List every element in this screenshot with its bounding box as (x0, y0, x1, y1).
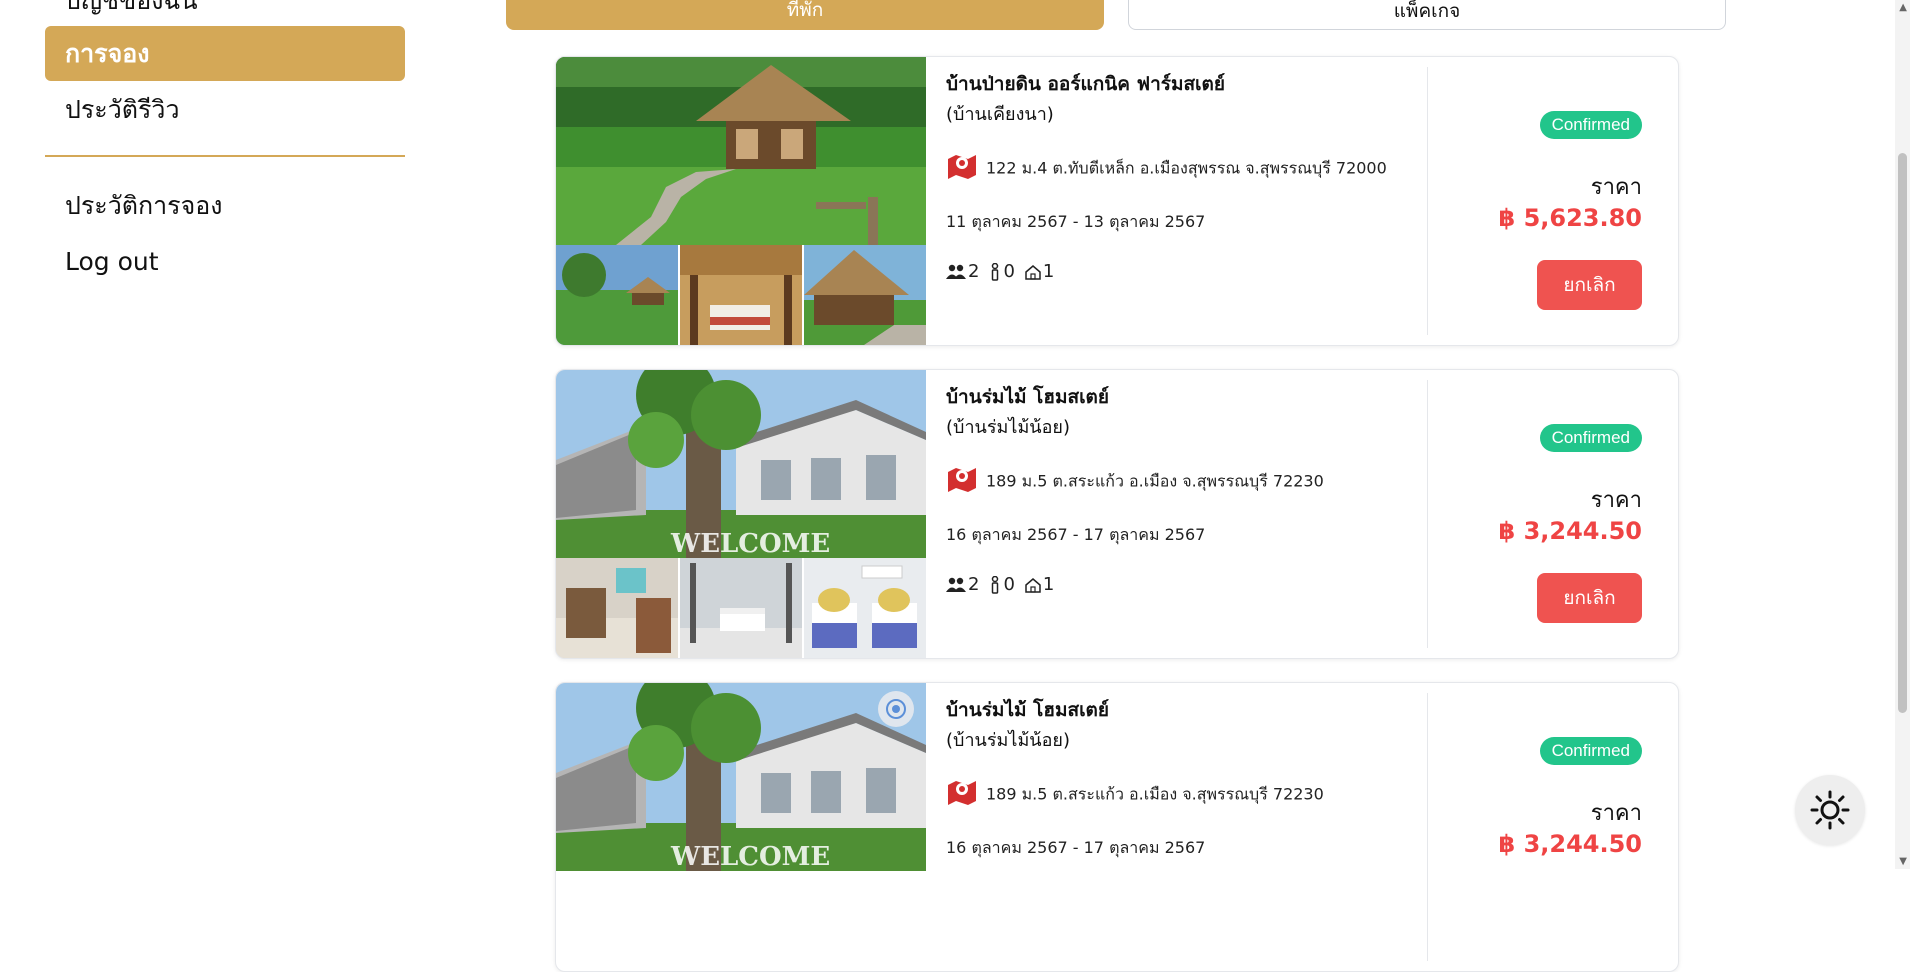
sidebar-item-booking-history[interactable]: ประวัติการจอง (45, 181, 405, 231)
sidebar-item-my-account[interactable]: บัญชีของฉัน (45, 0, 405, 16)
status-badge: Confirmed (1539, 737, 1642, 765)
children-count: 0 (989, 261, 1015, 282)
property-subname: (บ้านร่มไม้น้อย) (946, 417, 1070, 438)
map-pin-icon (946, 153, 978, 185)
property-address: 189 ม.5 ต.สระแก้ว อ.เมือง จ.สุพรรณบุรี 7… (946, 466, 1324, 498)
property-subname: (บ้านร่มไม้น้อย) (946, 730, 1070, 751)
address-text: 189 ม.5 ต.สระแก้ว อ.เมือง จ.สุพรรณบุรี 7… (986, 784, 1324, 804)
scroll-down-arrow-icon[interactable]: ▼ (1899, 856, 1907, 867)
sidebar-item-review-history[interactable]: ประวัติรีวิว (45, 85, 405, 135)
rooms-count: 1 (1025, 261, 1054, 282)
people-icon (946, 577, 966, 592)
price-label: ราคา (1590, 801, 1642, 826)
rooms-count: 1 (1025, 574, 1054, 595)
property-thumb-photo[interactable] (680, 245, 802, 345)
property-thumb-photo[interactable] (804, 245, 926, 345)
property-gallery[interactable]: WELCOME (556, 370, 926, 658)
booking-info: บ้านร่มไม้ โฮมสเตย์ (บ้านร่มไม้น้อย) 189… (946, 683, 1416, 971)
welcome-sign-text: WELCOME (670, 529, 830, 558)
booking-side: Confirmed ราคา ฿ 5,623.80 ยกเลิก (1422, 57, 1642, 345)
property-main-photo[interactable]: WELCOME (556, 683, 926, 871)
map-pin-icon (946, 466, 978, 498)
booking-info: บ้านป่ายดิน ออร์แกนิค ฟาร์มสเตย์ (บ้านเค… (946, 57, 1416, 345)
children-value: 0 (1003, 261, 1015, 282)
page-scrollbar[interactable]: ▲ ▼ (1895, 0, 1910, 869)
stay-dates: 16 ตุลาคม 2567 - 17 ตุลาคม 2567 (946, 525, 1206, 544)
tab-package[interactable]: แพ็คเกจ (1128, 0, 1726, 30)
children-count: 0 (989, 574, 1015, 595)
property-name[interactable]: บ้านร่มไม้ โฮมสเตย์ (946, 382, 1109, 412)
property-main-photo[interactable]: WELCOME (556, 370, 926, 558)
property-address: 189 ม.5 ต.สระแก้ว อ.เมือง จ.สุพรรณบุรี 7… (946, 779, 1324, 811)
property-thumb-photo[interactable] (680, 558, 802, 658)
property-gallery[interactable]: WELCOME (556, 683, 926, 971)
scroll-up-arrow-icon[interactable]: ▲ (1899, 2, 1907, 13)
child-icon (992, 262, 999, 281)
property-thumb-photo[interactable] (556, 558, 678, 658)
price-value: ฿ 3,244.50 (1498, 830, 1642, 858)
price-value: ฿ 5,623.80 (1498, 204, 1642, 232)
property-name[interactable]: บ้านร่มไม้ โฮมสเตย์ (946, 695, 1109, 725)
sidebar-item-logout[interactable]: Log out (45, 237, 405, 287)
property-thumb-photo[interactable] (804, 558, 926, 658)
adults-count: 2 (946, 261, 979, 282)
status-badge: Confirmed (1539, 424, 1642, 452)
property-subname: (บ้านเคียงนา) (946, 104, 1054, 125)
property-main-photo[interactable] (556, 57, 926, 245)
property-address: 122 ม.4 ต.ทับตีเหล็ก อ.เมืองสุพรรณ จ.สุพ… (946, 153, 1387, 185)
cancel-button[interactable]: ยกเลิก (1537, 260, 1642, 310)
price-value: ฿ 3,244.50 (1498, 517, 1642, 545)
sun-icon (1810, 790, 1850, 830)
booking-card: WELCOME บ้านร่มไม้ โฮมสเตย์ (บ้านร่มไม้น… (555, 369, 1679, 659)
address-text: 122 ม.4 ต.ทับตีเหล็ก อ.เมืองสุพรรณ จ.สุพ… (986, 158, 1387, 178)
map-pin-icon (946, 779, 978, 811)
sidebar-divider (45, 155, 405, 157)
booking-side: Confirmed ราคา ฿ 3,244.50 (1422, 683, 1642, 971)
welcome-sign-text: WELCOME (670, 842, 830, 871)
price-label: ราคา (1590, 488, 1642, 513)
children-value: 0 (1003, 574, 1015, 595)
room-icon (1025, 264, 1041, 280)
property-gallery[interactable] (556, 57, 926, 345)
tab-accommodation[interactable]: ที่พัก (506, 0, 1104, 30)
property-thumb-photo[interactable] (556, 245, 678, 345)
rooms-value: 1 (1042, 261, 1055, 282)
booking-card: บ้านป่ายดิน ออร์แกนิค ฟาร์มสเตย์ (บ้านเค… (555, 56, 1679, 346)
theme-toggle-button[interactable] (1795, 775, 1865, 845)
booking-side: Confirmed ราคา ฿ 3,244.50 ยกเลิก (1422, 370, 1642, 658)
room-icon (1025, 577, 1041, 593)
stay-dates: 11 ตุลาคม 2567 - 13 ตุลาคม 2567 (946, 212, 1206, 231)
adults-value: 2 (968, 574, 980, 595)
guest-summary: 2 0 1 (946, 261, 1064, 282)
adults-count: 2 (946, 574, 979, 595)
stay-dates: 16 ตุลาคม 2567 - 17 ตุลาคม 2567 (946, 838, 1206, 857)
adults-value: 2 (968, 261, 980, 282)
child-icon (992, 575, 999, 594)
scrollbar-thumb[interactable] (1898, 153, 1907, 713)
people-icon (946, 264, 966, 279)
booking-info: บ้านร่มไม้ โฮมสเตย์ (บ้านร่มไม้น้อย) 189… (946, 370, 1416, 658)
price-label: ราคา (1590, 175, 1642, 200)
booking-card: WELCOME บ้านร่มไม้ โฮมสเตย์ (บ้านร่มไม้น… (555, 682, 1679, 972)
rooms-value: 1 (1042, 574, 1055, 595)
guest-summary: 2 0 1 (946, 574, 1064, 595)
property-name[interactable]: บ้านป่ายดิน ออร์แกนิค ฟาร์มสเตย์ (946, 69, 1225, 99)
sidebar-item-bookings[interactable]: การจอง (45, 26, 405, 81)
cancel-button[interactable]: ยกเลิก (1537, 573, 1642, 623)
status-badge: Confirmed (1539, 111, 1642, 139)
address-text: 189 ม.5 ต.สระแก้ว อ.เมือง จ.สุพรรณบุรี 7… (986, 471, 1324, 491)
camera-icon[interactable] (878, 691, 914, 727)
